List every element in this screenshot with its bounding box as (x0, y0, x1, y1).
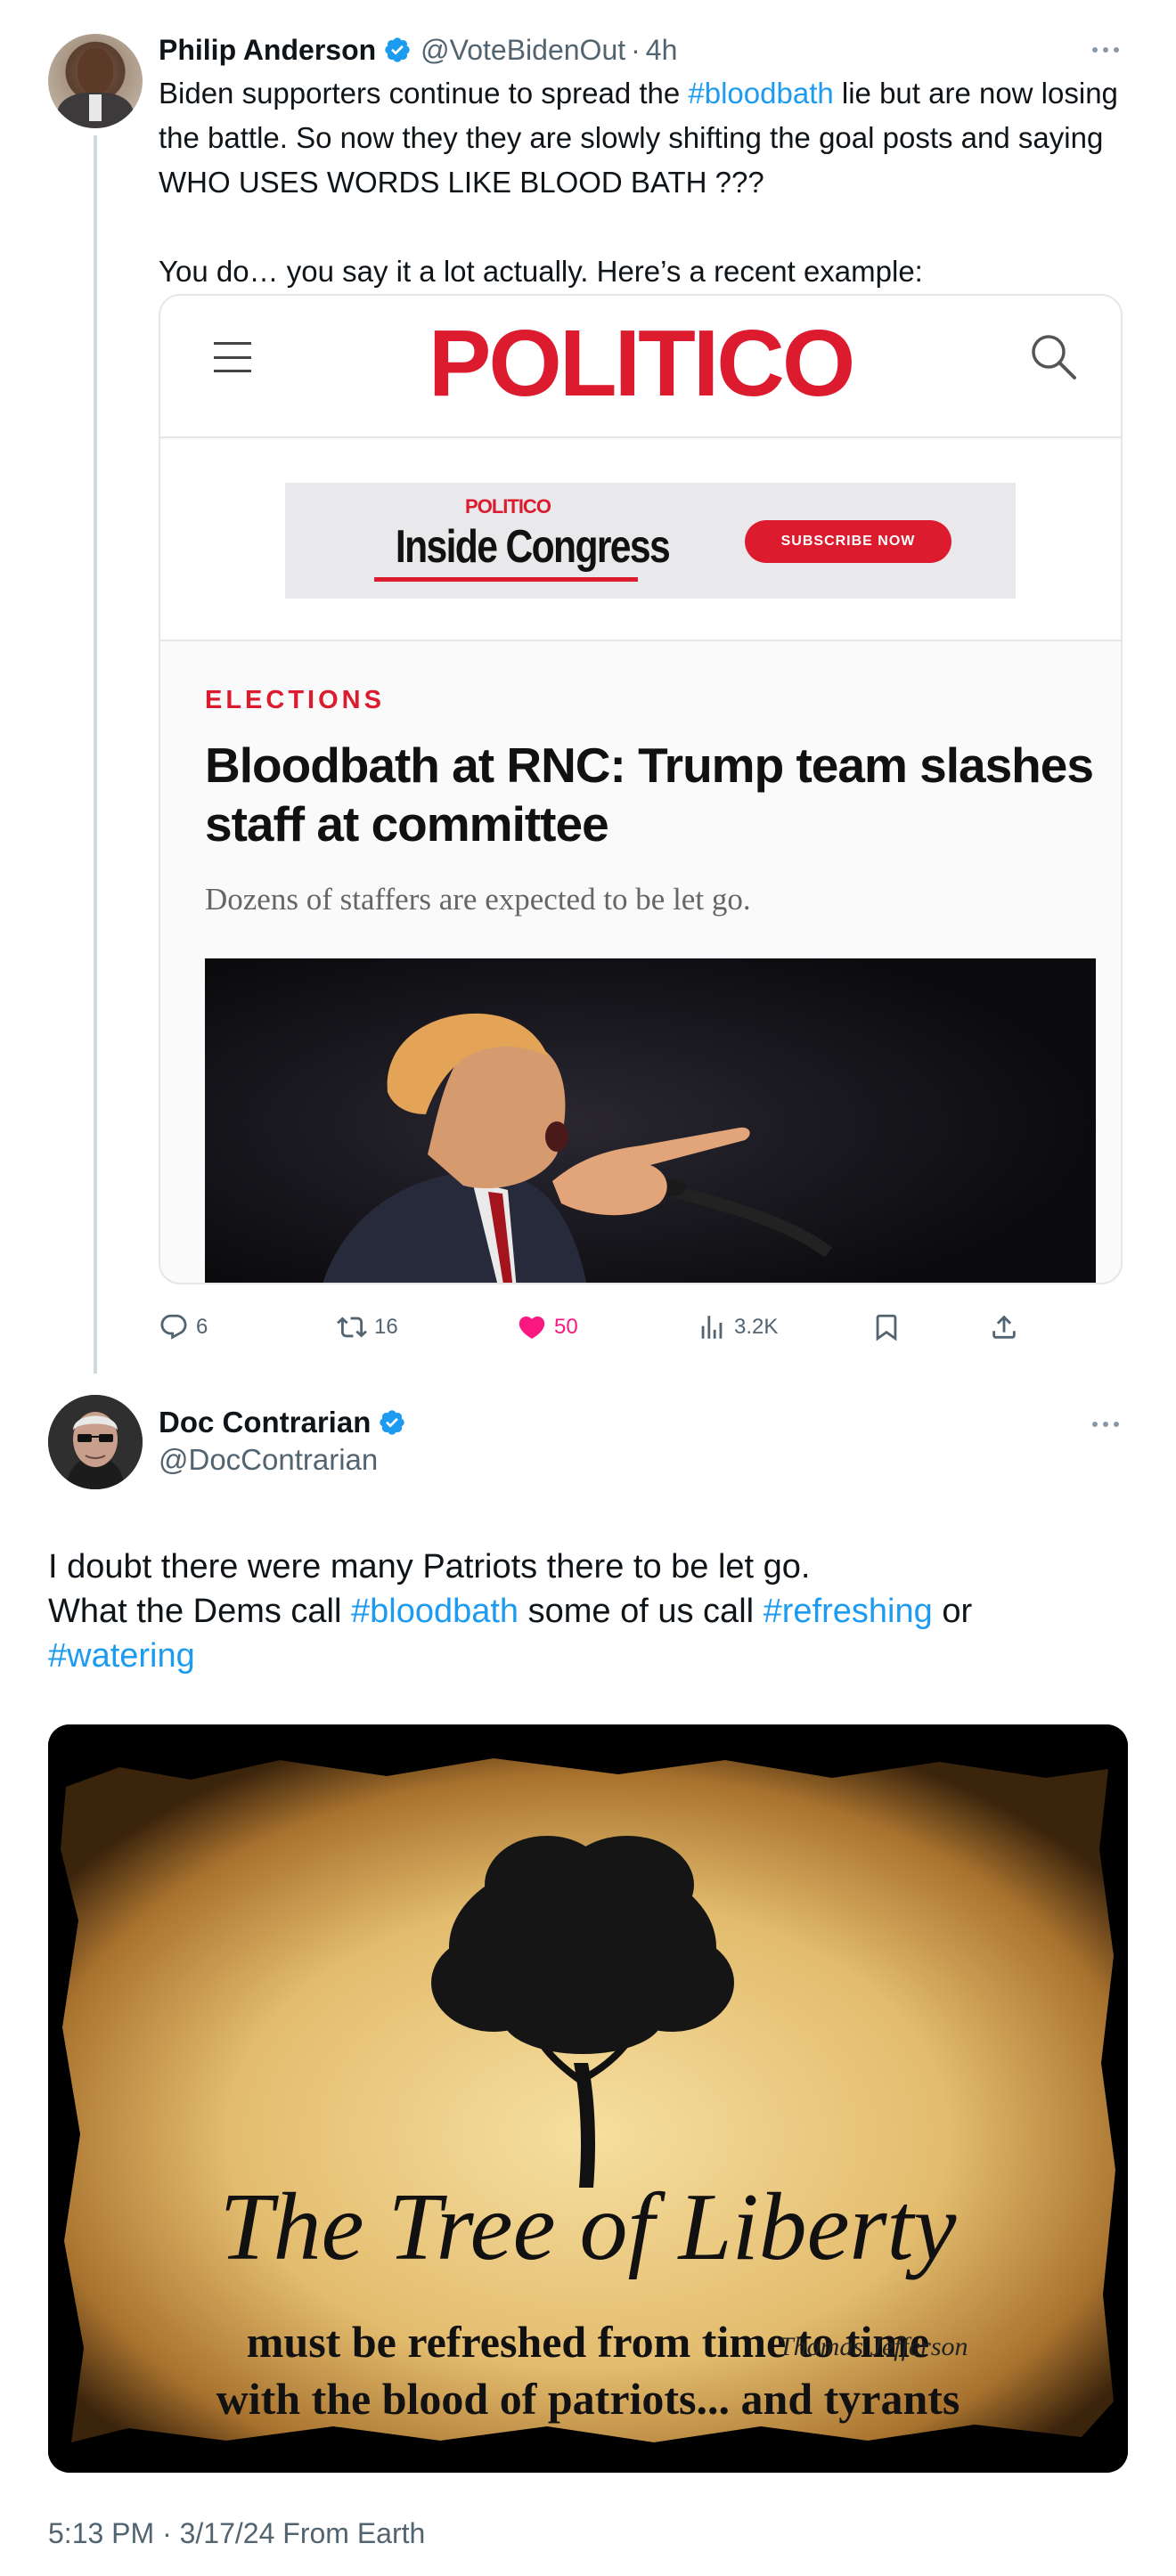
author-name[interactable]: Philip Anderson (159, 34, 376, 67)
politico-header: POLITICO (160, 296, 1121, 438)
views-count: 3.2K (734, 1315, 779, 1339)
tweet-1[interactable]: Philip Anderson @VoteBidenOut · 4h Biden… (0, 0, 1176, 1374)
heart-icon (519, 1316, 545, 1339)
tweet-2-header: Doc Contrarian (159, 1404, 415, 1441)
separator-dot: · (631, 33, 641, 66)
reply-count: 6 (196, 1315, 208, 1339)
tweet-actions: 6 16 50 3.2K (159, 1308, 1049, 1347)
bookmark-button[interactable] (871, 1308, 902, 1347)
author-handle[interactable]: @DocContrarian (159, 1443, 378, 1477)
image-title: The Tree of Liberty (219, 2174, 957, 2280)
thread-line (94, 135, 97, 1374)
share-icon (992, 1315, 1016, 1339)
tweet-timestamp[interactable]: 5:13 PM · 3/17/24 From Earth (48, 2517, 425, 2550)
search-icon (1032, 335, 1076, 379)
avatar[interactable] (48, 34, 143, 128)
share-button[interactable] (989, 1308, 1019, 1347)
ad-title: Inside Congress (395, 521, 671, 573)
verified-badge-icon (380, 1410, 405, 1435)
tweet-time[interactable]: 4h (646, 34, 678, 67)
tweet-text: I doubt there were many Patriots there t… (48, 1548, 973, 1675)
like-count: 50 (554, 1315, 578, 1339)
tweet-text: Biden supporters continue to spread the … (159, 77, 1118, 288)
ad-brand: POLITICO (465, 495, 551, 518)
article-kicker: ELECTIONS (205, 686, 385, 714)
views-button[interactable]: 3.2K (697, 1308, 778, 1347)
avatar[interactable] (48, 1395, 143, 1489)
article-dek: Dozens of staffers are expected to be le… (205, 882, 751, 917)
author-handle[interactable]: @VoteBidenOut (421, 34, 625, 67)
subscribe-button: SUBSCRIBE NOW (745, 520, 951, 563)
tweet-header: Philip Anderson @VoteBidenOut · 4h (159, 30, 677, 69)
ad-banner: POLITICO Inside Congress SUBSCRIBE NOW (160, 440, 1121, 641)
article-headline: Bloodbath at RNC: Trump team slashes sta… (205, 738, 1094, 852)
retweet-button[interactable]: 16 (337, 1308, 398, 1347)
more-options-icon[interactable] (1092, 47, 1119, 56)
hashtag-link[interactable]: #bloodbath (688, 77, 833, 110)
reply-button[interactable]: 6 (159, 1308, 208, 1347)
hashtag-link[interactable]: #refreshing (764, 1593, 933, 1630)
attached-image-politico[interactable]: POLITICO POLITICO Inside Congress SUBSCR… (159, 294, 1123, 1284)
more-options-icon[interactable] (1092, 1422, 1119, 1431)
retweet-count: 16 (374, 1315, 398, 1339)
image-quote-line-2: with the blood of patriots... and tyrant… (216, 2374, 960, 2424)
bookmark-icon (876, 1314, 897, 1341)
politico-logo: POLITICO (428, 311, 856, 416)
retweet-icon (337, 1317, 367, 1338)
hashtag-link[interactable]: #bloodbath (351, 1593, 519, 1630)
verified-badge-icon (385, 37, 410, 62)
hashtag-link[interactable]: #watering (48, 1637, 195, 1675)
reply-icon (160, 1314, 187, 1340)
views-icon (701, 1316, 723, 1339)
like-button[interactable]: 50 (517, 1308, 578, 1347)
image-signature: Thomas Jefferson (779, 2332, 968, 2361)
attached-image-tree-of-liberty[interactable]: The Tree of Liberty must be refreshed fr… (48, 1724, 1128, 2473)
article-photo (205, 958, 1096, 1283)
author-name[interactable]: Doc Contrarian (159, 1406, 371, 1439)
